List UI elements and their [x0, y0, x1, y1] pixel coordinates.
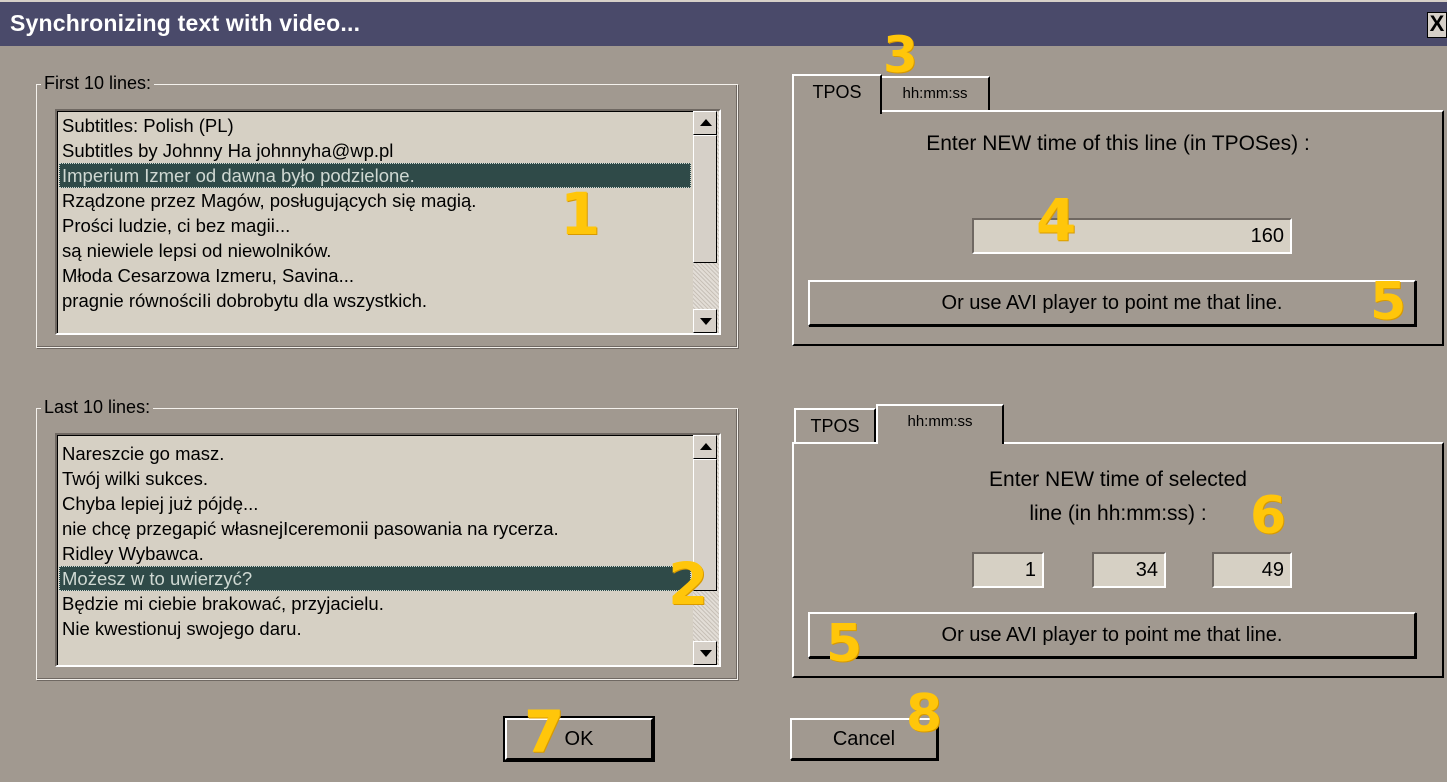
scroll-up-button[interactable] [693, 111, 717, 135]
tpos-input[interactable]: 160 [972, 218, 1292, 254]
tab-hhmmss-bottom[interactable]: hh:mm:ss [876, 404, 1004, 444]
bottom-tab-pane: Enter NEW time of selected line (in hh:m… [792, 442, 1444, 678]
last-lines-group: Last 10 lines: Nareszcie go masz. Twój wi… [36, 397, 738, 680]
tab-tpos-top[interactable]: TPOS [792, 74, 882, 114]
last-lines-legend: Last 10 lines: [41, 397, 154, 418]
last-list-item[interactable]: Chyba lepiej już pójdę... [59, 491, 691, 516]
last-list-item[interactable]: Nareszcie go masz. [59, 441, 691, 466]
scroll-thumb[interactable] [693, 135, 717, 263]
up-arrow-icon [700, 119, 712, 126]
avi-player-button-top[interactable]: Or use AVI player to point me that line. [808, 280, 1416, 326]
annotation-2: 2 [668, 550, 709, 618]
last-list-item[interactable]: Ridley Wybawca. [59, 541, 691, 566]
down-arrow-icon [700, 318, 712, 325]
annotation-4: 4 [1036, 186, 1077, 254]
sync-dialog: Synchronizing text with video... X First… [0, 0, 1447, 782]
last-list-item[interactable]: Będzie mi ciebie brakować, przyjacielu. [59, 591, 691, 616]
up-arrow-icon [700, 443, 712, 450]
first-lines-listbox[interactable]: Subtitles: Polish (PL) Subtitles by Johnn… [55, 109, 721, 335]
seconds-input[interactable]: 49 [1212, 552, 1292, 588]
scroll-down-button[interactable] [693, 309, 717, 333]
first-lines-group: First 10 lines: Subtitles: Polish (PL) Su… [36, 73, 738, 348]
last-list-item[interactable]: nie chcę przegapić własnejIceremonii pas… [59, 516, 691, 541]
hms-prompt-line2: line (in hh:mm:ss) : [1029, 502, 1207, 525]
minutes-input[interactable]: 34 [1092, 552, 1166, 588]
first-list-item[interactable]: Subtitles: Polish (PL) [59, 113, 691, 138]
last-list-item[interactable]: Nie kwestionuj swojego daru. [59, 616, 691, 641]
down-arrow-icon [700, 650, 712, 657]
hours-input[interactable]: 1 [972, 552, 1044, 588]
last-list-item[interactable]: Możesz w to uwierzyć? [59, 566, 691, 591]
scroll-up-button[interactable] [693, 435, 717, 459]
scroll-down-button[interactable] [693, 641, 717, 665]
last-list-item[interactable]: Twój wilki sukces. [59, 466, 691, 491]
hms-prompt-line1: Enter NEW time of selected [989, 468, 1247, 491]
first-lines-scrollbar[interactable] [693, 111, 719, 333]
last-lines-list: Nareszcie go masz. Twój wilki sukces. Chyb… [59, 441, 691, 665]
annotation-5-top: 5 [1370, 272, 1407, 332]
first-list-item[interactable]: pragnie równościIi dobrobytu dla wszystk… [59, 288, 691, 313]
annotation-3: 3 [883, 26, 918, 84]
window-title: Synchronizing text with video... [10, 10, 361, 36]
tab-tpos-bottom[interactable]: TPOS [794, 408, 876, 444]
first-lines-legend: First 10 lines: [41, 73, 155, 94]
tpos-prompt: Enter NEW time of this line (in TPOSes) … [926, 132, 1310, 155]
title-bar: Synchronizing text with video... X [0, 0, 1447, 46]
annotation-1: 1 [560, 180, 601, 248]
last-lines-listbox[interactable]: Nareszcie go masz. Twój wilki sukces. Chyb… [55, 433, 721, 667]
close-button[interactable]: X [1427, 12, 1447, 38]
annotation-6: 6 [1250, 486, 1287, 546]
annotation-5-bottom: 5 [826, 614, 863, 674]
annotation-7: 7 [524, 698, 565, 766]
first-list-item[interactable]: Młoda Cesarzowa Izmeru, Savina... [59, 263, 691, 288]
annotation-8: 8 [906, 684, 943, 744]
avi-player-button-bottom[interactable]: Or use AVI player to point me that line. [808, 612, 1416, 658]
top-tab-pane: Enter NEW time of this line (in TPOSes) … [792, 110, 1444, 346]
first-list-item[interactable]: Subtitles by Johnny Ha johnnyha@wp.pl [59, 138, 691, 163]
